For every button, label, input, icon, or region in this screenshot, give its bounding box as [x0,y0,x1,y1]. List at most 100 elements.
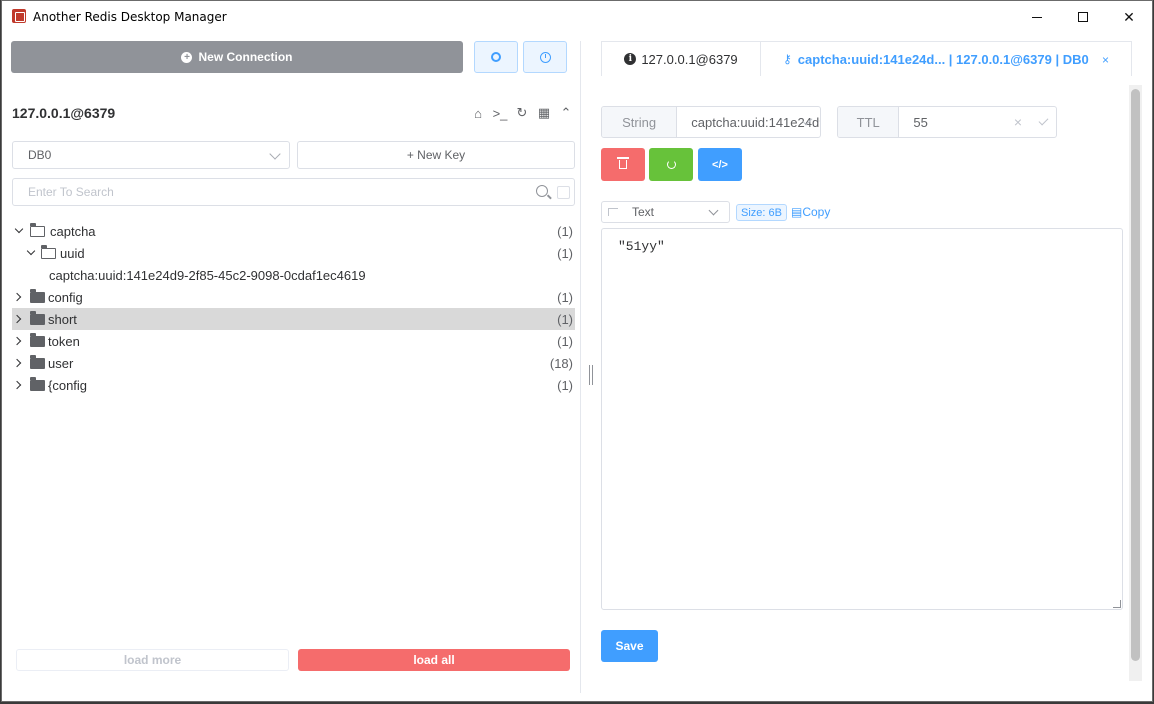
key-name-input[interactable]: captcha:uuid:141e24d9-2f85-45c2-9098-0cd… [677,107,820,137]
title-bar: Another Redis Desktop Manager ✕ [2,1,1152,33]
refresh-icon[interactable]: ↻ [514,105,530,121]
tab-key-detail[interactable]: ⚷ captcha:uuid:141e24d... | 127.0.0.1@63… [761,41,1132,76]
load-all-button[interactable]: load all [298,649,570,671]
history-button[interactable] [523,41,567,73]
key-tree: captcha (1) uuid (1) captcha:uuid:141e24… [12,220,575,396]
tree-count: (1) [557,333,573,349]
pane-divider [580,41,581,693]
value-text: "51yy" [618,239,665,254]
folder-icon [30,377,45,391]
folder-open-icon [29,223,45,237]
check-icon[interactable] [1038,115,1049,126]
folder-icon [30,355,45,369]
grid-icon[interactable]: ▦ [536,105,552,121]
search-input[interactable]: Enter To Search [12,178,575,206]
db-select[interactable]: DB0 [12,141,290,169]
tree-folder-user[interactable]: user (18) [12,352,575,374]
connection-pane: + New Connection 127.0.0.1@6379 ⌂ >_ ↻ ▦… [2,33,582,701]
delete-key-button[interactable] [601,148,645,181]
chevron-right-icon [12,380,22,390]
key-type-group: String captcha:uuid:141e24d9-2f85-45c2-9… [601,106,821,138]
ttl-group: TTL 55 × [837,106,1057,138]
chevron-down-icon [708,205,719,216]
scrollbar-thumb[interactable] [1131,89,1140,661]
folder-icon [30,311,45,325]
folder-icon [30,333,45,347]
chevron-down-icon [26,246,36,256]
tree-folder-short[interactable]: short (1) [12,308,575,330]
ttl-label: TTL [838,107,900,137]
tab-bar: i 127.0.0.1@6379 ⚷ captcha:uuid:141e24d.… [601,41,1132,76]
save-button[interactable]: Save [601,630,658,662]
tree-key-label: captcha:uuid:141e24d9-2f85-45c2-9098-0cd… [49,267,366,283]
chevron-right-icon [12,314,22,324]
tree-folder-config-brace[interactable]: {config (1) [12,374,575,396]
code-icon: </> [712,158,728,171]
app-logo-icon [12,9,26,23]
tree-label: config [48,289,83,305]
chevron-down-icon [269,148,281,160]
ttl-input[interactable]: 55 × [899,107,1056,137]
load-more-button[interactable]: load more [16,649,289,671]
tab-label: 127.0.0.1@6379 [641,51,738,67]
minimize-icon [1032,16,1042,18]
sitemap-icon [608,208,618,216]
exact-search-checkbox[interactable] [557,186,570,199]
chevron-right-icon [12,292,22,302]
new-connection-button[interactable]: + New Connection [11,41,463,73]
chevron-right-icon [12,336,22,346]
maximize-icon [1078,12,1088,22]
tree-folder-config[interactable]: config (1) [12,286,575,308]
minimize-button[interactable] [1014,1,1060,33]
connection-toolbar: ⌂ >_ ↻ ▦ ⌃ [470,105,574,121]
clock-icon [539,51,551,63]
search-icon[interactable] [536,185,548,197]
window-title: Another Redis Desktop Manager [33,10,227,24]
tree-count: (1) [557,311,573,327]
tree-folder-captcha[interactable]: captcha (1) [12,220,575,242]
connection-name: 127.0.0.1@6379 [12,105,116,121]
clear-icon[interactable]: × [1014,114,1022,130]
format-select[interactable]: Text [601,201,730,223]
tree-key-item[interactable]: captcha:uuid:141e24d9-2f85-45c2-9098-0cd… [12,264,575,286]
key-icon: ⚷ [783,52,792,66]
search-placeholder: Enter To Search [28,185,114,199]
app-window: Another Redis Desktop Manager ✕ + New Co… [1,0,1153,702]
tree-count: (1) [557,245,573,261]
value-textarea[interactable]: "51yy" [601,228,1123,610]
settings-button[interactable] [474,41,518,73]
resize-grip-icon[interactable] [1113,600,1121,608]
plus-circle-icon: + [181,51,193,63]
tree-count: (18) [549,355,573,371]
close-button[interactable]: ✕ [1106,1,1152,33]
tree-label: short [48,311,77,327]
tree-label: user [48,355,74,371]
tree-count: (1) [557,377,573,393]
refresh-icon [666,160,676,169]
collapse-icon[interactable]: ⌃ [558,105,574,121]
dump-command-button[interactable]: </> [698,148,742,181]
refresh-key-button[interactable] [649,148,693,181]
tree-folder-token[interactable]: token (1) [12,330,575,352]
folder-open-icon [40,245,56,259]
ttl-value: 55 [913,114,928,130]
tab-close-icon[interactable]: × [1102,53,1109,67]
terminal-icon[interactable]: >_ [492,106,508,121]
key-type-label: String [602,107,678,137]
chevron-down-icon [14,224,24,234]
maximize-button[interactable] [1060,1,1106,33]
tree-label: {config [48,377,88,393]
home-icon[interactable]: ⌂ [470,106,486,121]
document-icon: ▤ [791,205,803,219]
tab-label: captcha:uuid:141e24d... | 127.0.0.1@6379… [797,51,1089,67]
new-connection-label: New Connection [198,50,293,64]
tree-folder-uuid[interactable]: uuid (1) [12,242,575,264]
folder-icon [30,289,45,303]
new-key-button[interactable]: + New Key [297,141,575,169]
resize-handle[interactable] [589,365,593,385]
tab-connection-info[interactable]: i 127.0.0.1@6379 [601,41,761,76]
key-name-value: captcha:uuid:141e24d9-2f85-45c2-9098-0cd… [691,114,820,130]
info-icon: i [624,53,637,65]
copy-button[interactable]: ▤Copy [791,205,830,219]
close-icon: ✕ [1123,8,1135,25]
